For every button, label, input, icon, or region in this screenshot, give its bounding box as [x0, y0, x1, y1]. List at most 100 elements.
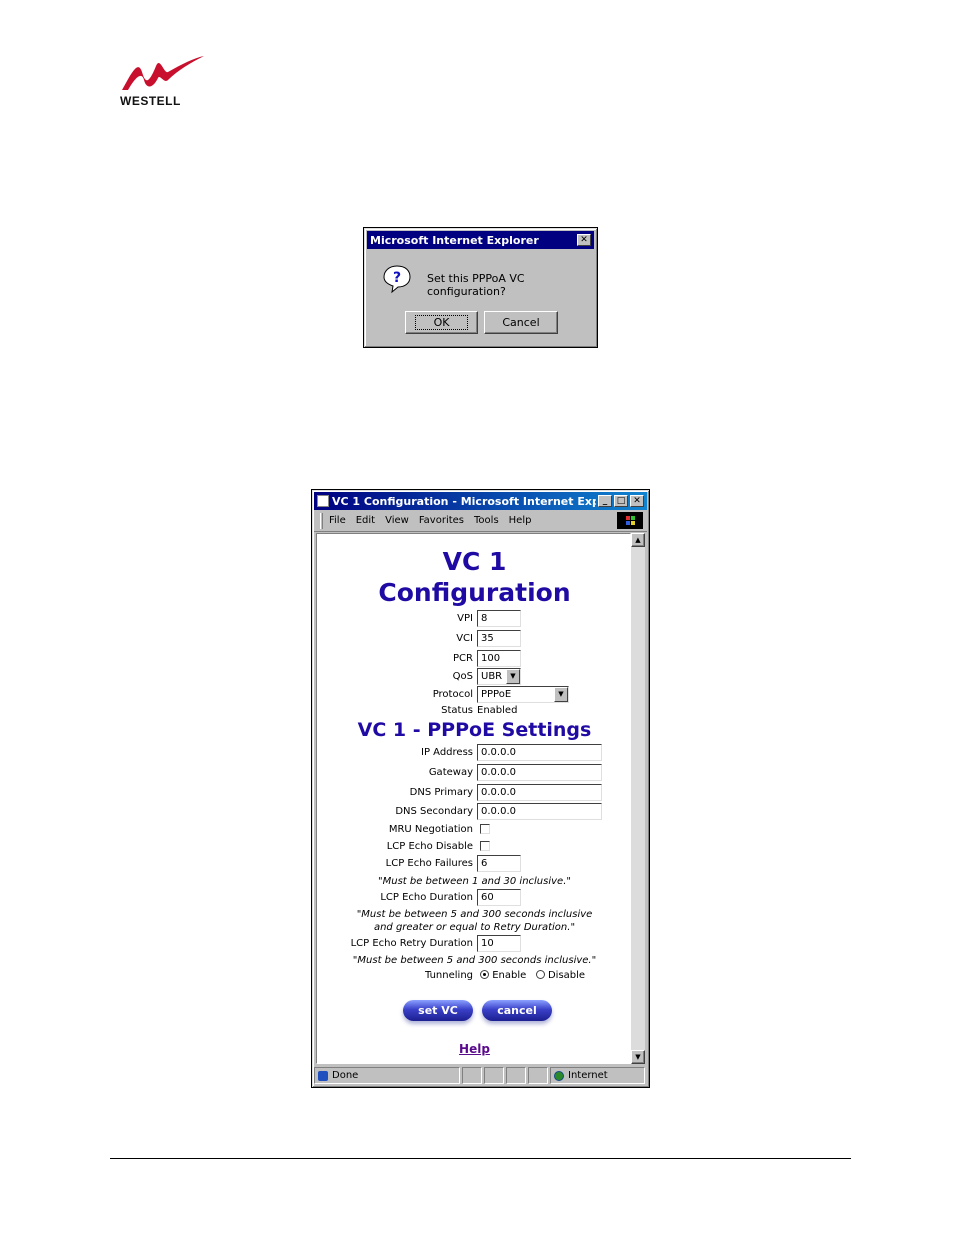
- ip-address-input[interactable]: 0.0.0.0: [477, 744, 602, 761]
- logo-swoosh-icon: [122, 56, 204, 90]
- tunneling-disable-label: Disable: [547, 970, 586, 981]
- confirm-dialog: Microsoft Internet Explorer ✕ ? Set this…: [363, 227, 598, 348]
- status-done-text: Done: [332, 1070, 359, 1081]
- lcp-echo-disable-checkbox[interactable]: [480, 841, 490, 851]
- question-icon: ?: [383, 265, 411, 294]
- dialog-title: Microsoft Internet Explorer: [370, 233, 539, 247]
- ip-row: IP Address 0.0.0.0: [317, 744, 630, 762]
- status-cell: [528, 1067, 548, 1084]
- page-title-line1: VC 1: [442, 547, 507, 576]
- dns-secondary-input[interactable]: 0.0.0.0: [477, 803, 602, 820]
- dns-primary-input[interactable]: 0.0.0.0: [477, 784, 602, 801]
- vci-row: VCI 35: [317, 630, 630, 648]
- lcp-duration-row: LCP Echo Duration 60: [317, 889, 630, 907]
- menu-bar: File Edit View Favorites Tools Help: [314, 510, 647, 532]
- mru-label: MRU Negotiation: [388, 824, 473, 835]
- ie-done-icon: [318, 1070, 328, 1081]
- status-cell: [506, 1067, 526, 1084]
- browser-window: VC 1 Configuration - Microsoft Internet …: [311, 489, 650, 1088]
- globe-icon: [554, 1070, 564, 1081]
- vpi-row: VPI 8: [317, 610, 630, 628]
- gateway-input[interactable]: 0.0.0.0: [477, 764, 602, 781]
- cancel-vc-button[interactable]: cancel: [482, 1000, 552, 1021]
- lcp-duration-note-1: "Must be between 5 and 300 seconds inclu…: [356, 909, 593, 920]
- browser-title: VC 1 Configuration - Microsoft Internet …: [332, 494, 596, 508]
- lcp-failures-note: "Must be between 1 and 30 inclusive.": [378, 876, 571, 887]
- page-title: VC 1 Configuration: [317, 546, 630, 608]
- qos-label: QoS: [452, 671, 473, 682]
- browser-titlebar: VC 1 Configuration - Microsoft Internet …: [314, 492, 647, 510]
- tunneling-options: Enable Disable: [480, 970, 585, 981]
- vpi-label: VPI: [457, 613, 473, 624]
- qos-row: QoS UBR ▼: [317, 668, 630, 686]
- dns-secondary-row: DNS Secondary 0.0.0.0: [317, 803, 630, 821]
- scroll-down-icon[interactable]: ▼: [631, 1050, 645, 1064]
- ok-button-label: OK: [414, 315, 469, 330]
- pcr-row: PCR 100: [317, 650, 630, 668]
- menu-view[interactable]: View: [385, 515, 409, 526]
- maximize-icon[interactable]: □: [614, 495, 628, 507]
- dialog-message: Set this PPPoA VC configuration?: [427, 272, 525, 298]
- windows-logo-icon: [617, 512, 643, 529]
- gateway-label: Gateway: [428, 767, 473, 778]
- mru-negotiation-checkbox[interactable]: [480, 824, 490, 834]
- tunneling-enable-label: Enable: [492, 970, 527, 981]
- cancel-button[interactable]: Cancel: [484, 311, 558, 334]
- lcp-failures-input[interactable]: 6: [477, 855, 521, 872]
- status-zone: Internet: [550, 1067, 645, 1084]
- toolbar-grip: [320, 512, 323, 529]
- tunneling-enable-radio[interactable]: [480, 970, 489, 979]
- protocol-label: Protocol: [432, 689, 473, 700]
- protocol-value: PPPoE: [481, 689, 512, 700]
- status-value: Enabled: [477, 705, 518, 716]
- qos-value: UBR: [481, 671, 503, 682]
- menu-favorites[interactable]: Favorites: [419, 515, 464, 526]
- status-bar: Done Internet: [314, 1067, 647, 1084]
- vertical-scrollbar[interactable]: ▲ ▼: [631, 533, 645, 1064]
- tunneling-label: Tunneling: [425, 970, 473, 981]
- lcp-disable-label: LCP Echo Disable: [386, 841, 473, 852]
- gateway-row: Gateway 0.0.0.0: [317, 764, 630, 782]
- status-zone-text: Internet: [568, 1070, 608, 1081]
- set-vc-button[interactable]: set VC: [403, 1000, 473, 1021]
- menu-tools[interactable]: Tools: [474, 515, 499, 526]
- menu-file[interactable]: File: [329, 515, 346, 526]
- status-label: Status: [441, 705, 473, 716]
- dialog-titlebar: Microsoft Internet Explorer ✕: [367, 231, 594, 249]
- help-link[interactable]: Help: [317, 1042, 630, 1056]
- dns-secondary-label: DNS Secondary: [395, 806, 473, 817]
- vci-input[interactable]: 35: [477, 630, 521, 647]
- lcp-duration-input[interactable]: 60: [477, 889, 521, 906]
- lcp-retry-label: LCP Echo Retry Duration: [350, 938, 473, 949]
- protocol-select[interactable]: PPPoE ▼: [477, 686, 569, 703]
- chevron-down-icon[interactable]: ▼: [554, 687, 568, 702]
- ip-label: IP Address: [421, 747, 473, 758]
- scroll-up-icon[interactable]: ▲: [631, 533, 645, 547]
- mru-row: MRU Negotiation: [317, 821, 630, 839]
- tunneling-disable-radio[interactable]: [535, 970, 545, 979]
- status-cell: [462, 1067, 482, 1084]
- pppoe-settings-heading: VC 1 - PPPoE Settings: [357, 719, 592, 741]
- tunneling-row: Tunneling Enable Disable: [317, 967, 630, 985]
- menu-edit[interactable]: Edit: [356, 515, 375, 526]
- vpi-input[interactable]: 8: [477, 610, 521, 627]
- lcp-failures-row: LCP Echo Failures 6: [317, 855, 630, 873]
- close-icon[interactable]: ✕: [577, 234, 591, 246]
- ok-button[interactable]: OK: [405, 311, 478, 334]
- status-row: Status Enabled: [317, 702, 630, 720]
- menu-help[interactable]: Help: [509, 515, 532, 526]
- lcp-retry-row: LCP Echo Retry Duration 10: [317, 935, 630, 953]
- vci-label: VCI: [456, 633, 473, 644]
- page-content: VC 1 Configuration VPI 8 VCI 35 PCR 100 …: [316, 533, 631, 1064]
- chevron-down-icon[interactable]: ▼: [506, 669, 520, 684]
- qos-select[interactable]: UBR ▼: [477, 668, 521, 685]
- minimize-icon[interactable]: _: [598, 495, 612, 507]
- ie-page-icon: [317, 495, 329, 507]
- page-title-line2: Configuration: [378, 578, 571, 607]
- lcp-failures-label: LCP Echo Failures: [385, 858, 473, 869]
- close-icon[interactable]: ✕: [630, 495, 644, 507]
- svg-text:?: ?: [393, 270, 401, 286]
- lcp-retry-input[interactable]: 10: [477, 935, 521, 952]
- pcr-input[interactable]: 100: [477, 650, 521, 667]
- lcp-duration-label: LCP Echo Duration: [380, 892, 473, 903]
